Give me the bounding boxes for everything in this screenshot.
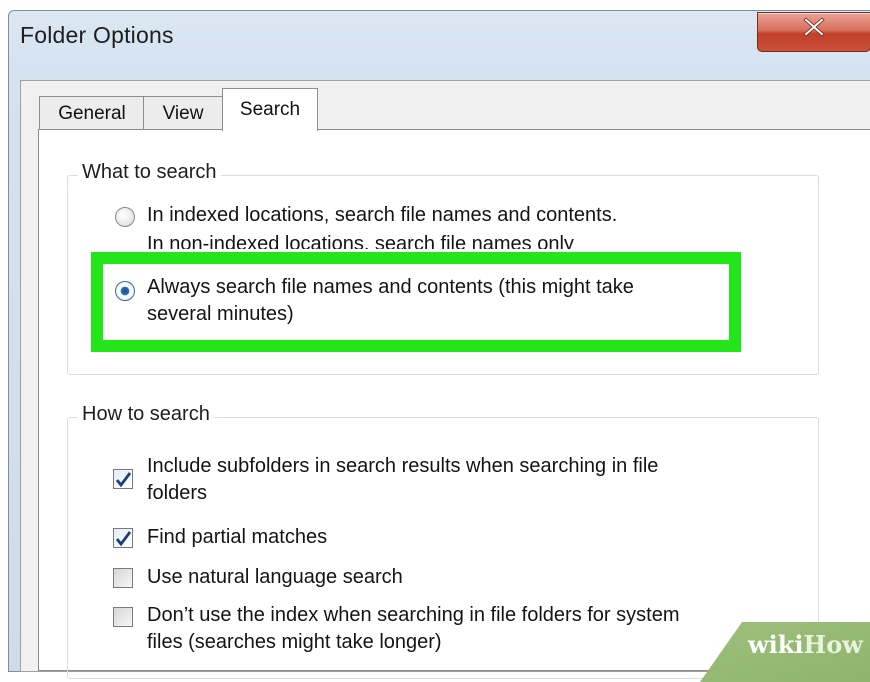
tab-view[interactable]: View — [143, 96, 223, 131]
dont-use-index-label-line1: Don’t use the index when searching in fi… — [147, 604, 680, 626]
close-button[interactable] — [757, 12, 870, 52]
tab-search-label: Search — [239, 99, 301, 120]
checkbox-dont-use-index[interactable] — [113, 607, 133, 627]
tab-view-label: View — [162, 103, 204, 124]
what-to-search-legend: What to search — [78, 161, 221, 184]
watermark-wiki: wiki — [748, 630, 804, 659]
how-to-search-legend: How to search — [78, 403, 214, 426]
checkbox-include-subfolders[interactable] — [113, 469, 133, 489]
find-partial-matches-label: Find partial matches — [147, 526, 328, 548]
close-x-icon — [803, 17, 825, 37]
tab-search[interactable]: Search — [222, 88, 318, 131]
window-title: Folder Options — [20, 22, 174, 48]
tab-general-label: General — [58, 103, 126, 124]
wikihow-watermark: wikiHow — [748, 630, 863, 659]
radio-always-label-line1: Always search file names and contents (t… — [147, 276, 634, 298]
checkbox-natural-language[interactable] — [113, 568, 133, 588]
watermark-how: How — [803, 630, 863, 659]
radio-always-label-line2: several minutes) — [147, 303, 294, 325]
checkmark-icon — [115, 531, 132, 547]
include-subfolders-label-line1: Include subfolders in search results whe… — [147, 455, 659, 477]
radio-indexed-label-line1: In indexed locations, search file names … — [147, 204, 618, 226]
include-subfolders-label-line2: folders — [147, 482, 208, 504]
radio-indexed-label-line2: In non-indexed locations, search file na… — [147, 233, 574, 249]
tab-general[interactable]: General — [39, 96, 145, 131]
dont-use-index-label-line2: files (searches might take longer) — [147, 631, 442, 653]
radio-indexed-locations[interactable] — [115, 207, 135, 227]
checkbox-find-partial-matches[interactable] — [113, 528, 133, 548]
natural-language-label: Use natural language search — [147, 566, 403, 588]
checkmark-icon — [115, 472, 132, 488]
radio-always-search[interactable] — [115, 281, 135, 301]
